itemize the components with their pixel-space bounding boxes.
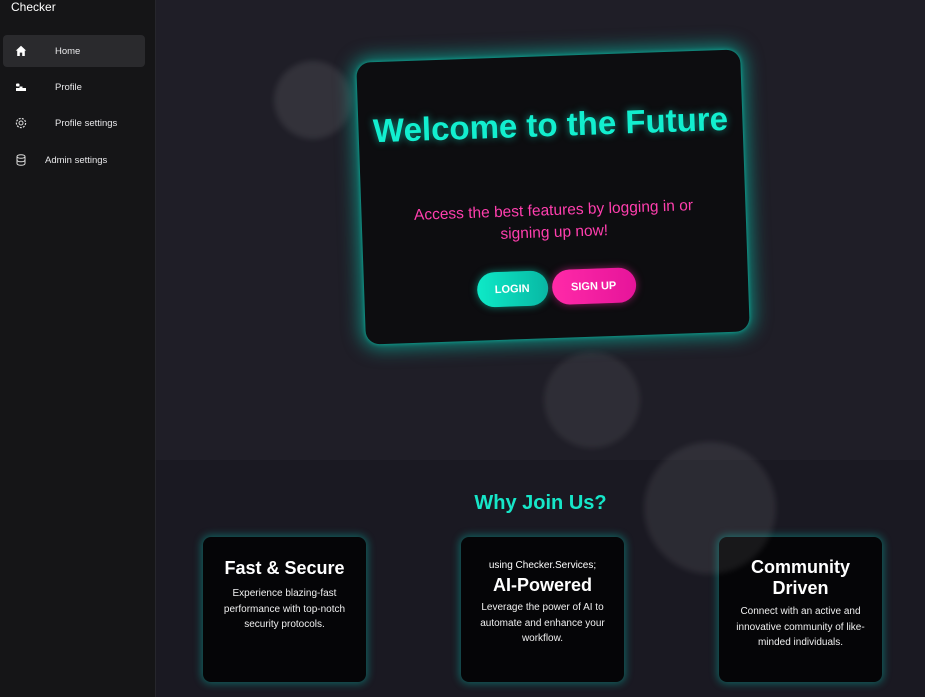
decorative-bubble <box>644 442 776 574</box>
sidebar-item-home[interactable]: Home <box>3 35 145 67</box>
login-button[interactable]: LOGIN <box>476 270 549 308</box>
sidebar: Checker Home Profile Profile settings Ad… <box>0 0 156 697</box>
brand-title: Checker <box>11 0 56 14</box>
database-icon <box>14 153 28 167</box>
decorative-bubble <box>274 61 352 139</box>
sidebar-item-label: Profile settings <box>55 118 118 129</box>
feature-description: Connect with an active and innovative co… <box>736 606 865 648</box>
welcome-card: Welcome to the Future Access the best fe… <box>356 49 750 345</box>
main-content: Welcome to the Future Access the best fe… <box>156 0 925 697</box>
sidebar-item-label: Profile <box>55 82 82 93</box>
auth-buttons: LOGIN SIGN UP <box>364 263 749 311</box>
feature-title: Community Driven <box>751 557 850 598</box>
feature-card-ai-powered: using Checker.Services; AI-Powered Lever… <box>461 537 624 682</box>
sidebar-item-label: Home <box>55 46 81 57</box>
profile-icon <box>14 80 28 94</box>
feature-card-fast-secure: Fast & Secure Experience blazing-fast pe… <box>203 537 366 682</box>
features-heading: Why Join Us? <box>474 492 607 514</box>
app-window: Checker Home Profile Profile settings Ad… <box>0 0 925 697</box>
decorative-bubble <box>544 352 640 448</box>
feature-title: AI-Powered <box>492 575 593 595</box>
welcome-subtitle: Access the best features by logging in o… <box>413 197 694 243</box>
signup-button[interactable]: SIGN UP <box>551 267 637 306</box>
sidebar-item-label: Admin settings <box>45 155 108 166</box>
feature-description: Experience blazing-fast performance with… <box>223 588 346 630</box>
welcome-title: Welcome to the Future <box>372 99 729 150</box>
feature-note: using Checker.Services; <box>488 560 597 571</box>
sidebar-item-profile[interactable]: Profile <box>3 71 145 103</box>
sidebar-item-admin-settings[interactable]: Admin settings <box>3 144 145 176</box>
feature-description: Leverage the power of AI to automate and… <box>480 602 605 644</box>
gear-icon <box>14 116 28 130</box>
sidebar-item-profile-settings[interactable]: Profile settings <box>3 107 145 139</box>
home-icon <box>14 44 28 58</box>
feature-title: Fast & Secure <box>224 558 345 578</box>
